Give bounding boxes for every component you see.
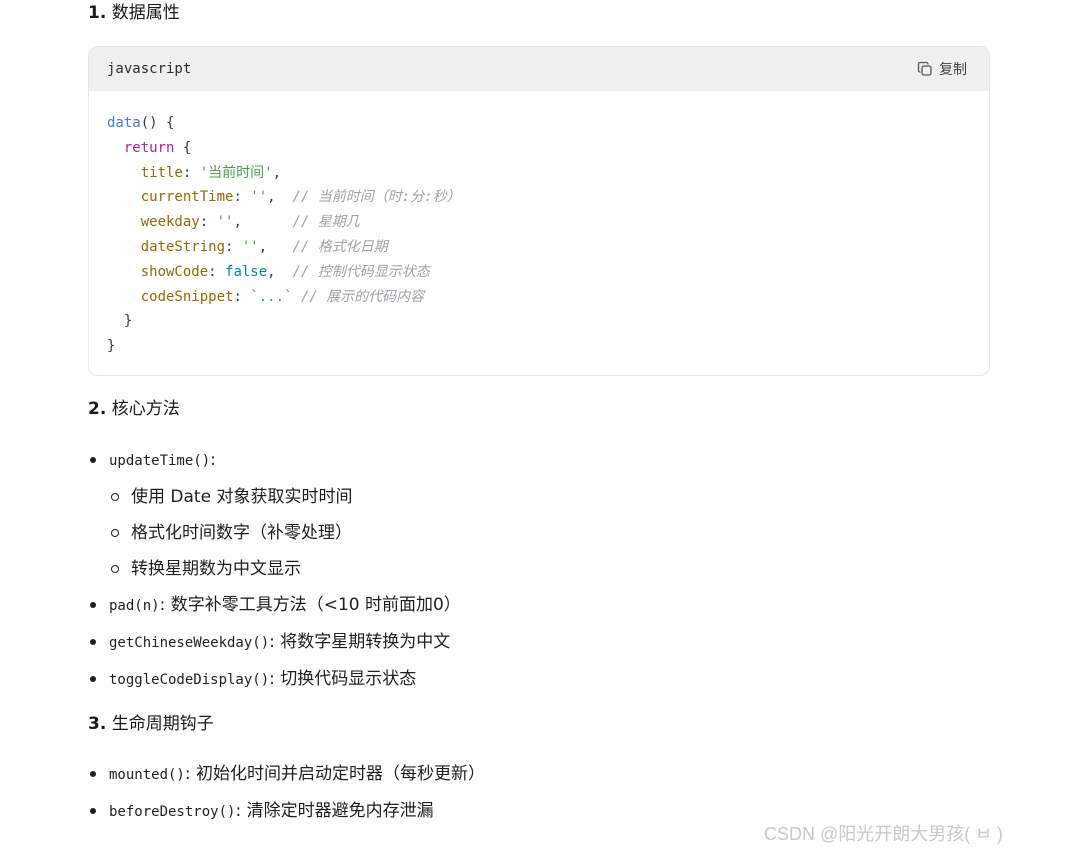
method-description: : 清除定时器避免内存泄漏	[235, 801, 434, 821]
code-line-5: weekday: '', // 星期几	[140, 214, 360, 231]
sub-list: 使用 Date 对象获取实时时间 格式化时间数字（补零处理） 转换星期数为中文显…	[109, 479, 988, 587]
list-item: pad(n): 数字补零工具方法（<10 时前面加0）	[88, 587, 988, 624]
copy-icon	[917, 61, 932, 76]
code-language-label: javascript	[107, 61, 192, 77]
code-line-6: dateString: '', // 格式化日期	[140, 238, 388, 255]
method-name: updateTime()	[109, 453, 211, 469]
section-number: 1.	[88, 3, 107, 23]
list-item: mounted(): 初始化时间并启动定时器（每秒更新）	[88, 756, 988, 793]
code-line-8: codeSnippet: `...` // 展示的代码内容	[140, 288, 425, 305]
code-line-2: return {	[123, 139, 192, 156]
section-title: 生命周期钩子	[111, 714, 214, 734]
method-description: : 切换代码显示状态	[269, 669, 417, 689]
method-name: toggleCodeDisplay()	[109, 672, 270, 688]
method-description: : 数字补零工具方法（<10 时前面加0）	[159, 595, 461, 615]
method-description: : 将数字星期转换为中文	[269, 632, 451, 652]
csdn-watermark: CSDN @阳光开朗大男孩( ㅂ )	[764, 824, 1003, 844]
method-name: pad(n)	[109, 598, 160, 614]
section-heading-data: 1. 数据属性	[88, 0, 180, 26]
copy-label: 复制	[939, 62, 967, 78]
section-number: 3.	[88, 714, 107, 734]
sub-list-item: 格式化时间数字（补零处理）	[109, 515, 988, 551]
list-item: updateTime(): 使用 Date 对象获取实时时间 格式化时间数字（补…	[88, 442, 988, 587]
lifecycle-list: mounted(): 初始化时间并启动定时器（每秒更新） beforeDestr…	[88, 756, 988, 830]
section-number: 2.	[88, 399, 107, 419]
list-item: toggleCodeDisplay(): 切换代码显示状态	[88, 661, 988, 698]
method-name: mounted()	[109, 767, 185, 783]
list-item: getChineseWeekday(): 将数字星期转换为中文	[88, 624, 988, 661]
sub-list-item: 使用 Date 对象获取实时时间	[109, 479, 988, 515]
code-block: javascript 复制 data() { return { title: '…	[88, 46, 990, 376]
method-name: getChineseWeekday()	[109, 635, 270, 651]
code-block-header: javascript 复制	[89, 47, 989, 91]
method-description: : 初始化时间并启动定时器（每秒更新）	[184, 764, 485, 784]
section-title: 核心方法	[111, 399, 180, 419]
code-line-3: title: '当前时间',	[140, 164, 282, 181]
copy-button[interactable]: 复制	[917, 59, 967, 79]
section-title: 数据属性	[111, 3, 180, 23]
sub-list-item: 转换星期数为中文显示	[109, 551, 988, 587]
method-name: beforeDestroy()	[109, 804, 236, 820]
code-line-1: data() {	[107, 115, 175, 131]
code-line-10: }	[107, 338, 116, 355]
code-line-9: }	[123, 313, 133, 330]
code-line-4: currentTime: '', // 当前时间（时:分:秒）	[140, 189, 461, 206]
section-heading-lifecycle: 3. 生命周期钩子	[88, 711, 214, 737]
methods-list: updateTime(): 使用 Date 对象获取实时时间 格式化时间数字（补…	[88, 442, 988, 698]
section-heading-methods: 2. 核心方法	[88, 396, 180, 422]
code-line-7: showCode: false, // 控制代码显示状态	[140, 263, 430, 280]
code-content: data() { return { title: '当前时间', current…	[107, 111, 461, 359]
method-description: :	[210, 450, 216, 470]
